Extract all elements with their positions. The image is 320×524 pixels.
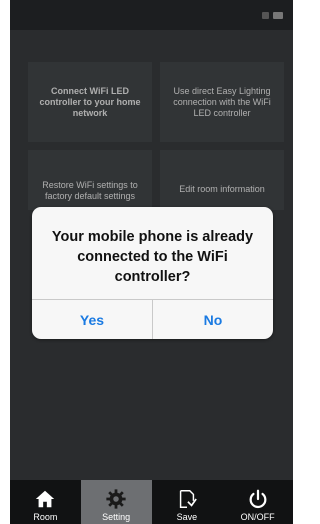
status-icons	[262, 12, 283, 19]
no-button[interactable]: No	[152, 300, 273, 339]
phone-screen: Connect WiFi LED controller to your home…	[10, 0, 293, 524]
tab-room[interactable]: Room	[10, 480, 81, 524]
home-icon	[36, 490, 55, 508]
tab-label: Setting	[102, 512, 131, 522]
gear-icon	[106, 489, 126, 509]
status-bar	[10, 0, 293, 30]
tab-on-off[interactable]: ON/OFF	[222, 480, 293, 524]
tab-label: ON/OFF	[240, 512, 275, 522]
tab-setting[interactable]: Setting	[80, 480, 152, 524]
save-icon	[179, 490, 197, 508]
dialog-buttons: Yes No	[32, 299, 273, 339]
battery-icon	[273, 12, 283, 19]
tab-save[interactable]: Save	[152, 480, 223, 524]
tab-bar: Room Setting Save ON/OFF	[10, 480, 293, 524]
signal-icon	[262, 12, 269, 19]
dialog-message: Your mobile phone is already connected t…	[51, 229, 254, 285]
tab-label: Room	[33, 512, 58, 522]
power-icon	[249, 489, 267, 509]
tab-label: Save	[176, 512, 198, 522]
confirm-dialog: Your mobile phone is already connected t…	[32, 207, 273, 339]
yes-button[interactable]: Yes	[32, 300, 152, 339]
